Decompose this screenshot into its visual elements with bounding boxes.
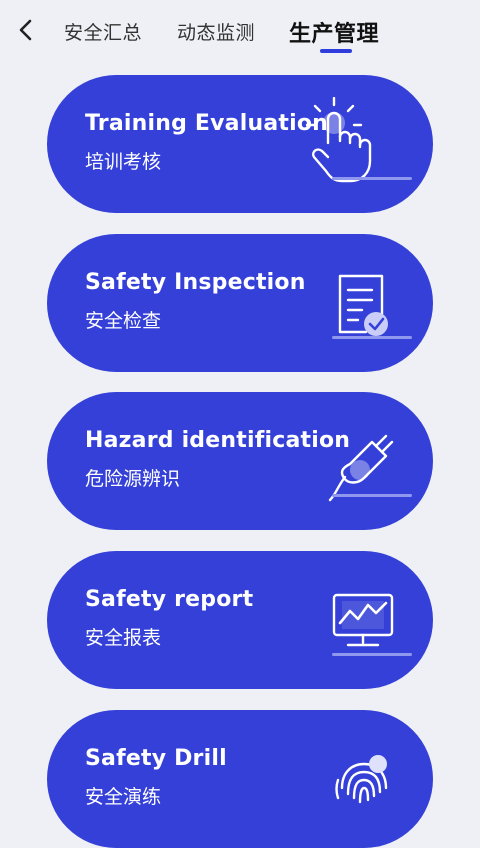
back-button[interactable] [14,16,38,44]
fingerprint-icon [335,755,388,804]
chevron-left-icon [19,19,32,41]
card-title: Training Evaluation [85,111,328,136]
tab-dynamic-monitoring[interactable]: 动态监测 [177,18,255,45]
card-subtitle: 安全演练 [85,786,162,808]
card-subtitle: 安全报表 [85,627,162,649]
tab-safety-summary[interactable]: 安全汇总 [64,18,142,45]
card-training-evaluation[interactable]: Training Evaluation 培训考核 [47,75,433,213]
card-subtitle: 危险源辨识 [85,468,181,490]
plug-icon [328,434,412,502]
card-subtitle: 培训考核 [85,151,162,173]
card-hazard-identification[interactable]: Hazard identification 危险源辨识 [47,392,433,530]
top-bar: 安全汇总 动态监测 生产管理 [0,0,480,62]
tab-production-management[interactable]: 生产管理 [289,16,379,48]
touch-hand-icon [305,97,412,183]
active-tab-indicator [320,49,352,53]
card-safety-inspection[interactable]: Safety Inspection 安全检查 [47,234,433,372]
monitor-chart-icon [332,593,412,656]
checklist-icon [332,274,412,339]
card-subtitle: 安全检查 [85,310,162,332]
card-title: Safety Inspection [85,270,306,295]
card-title: Safety report [85,587,254,612]
card-title: Safety Drill [85,746,227,771]
card-safety-report[interactable]: Safety report 安全报表 [47,551,433,689]
card-safety-drill[interactable]: Safety Drill 安全演练 [47,710,433,848]
